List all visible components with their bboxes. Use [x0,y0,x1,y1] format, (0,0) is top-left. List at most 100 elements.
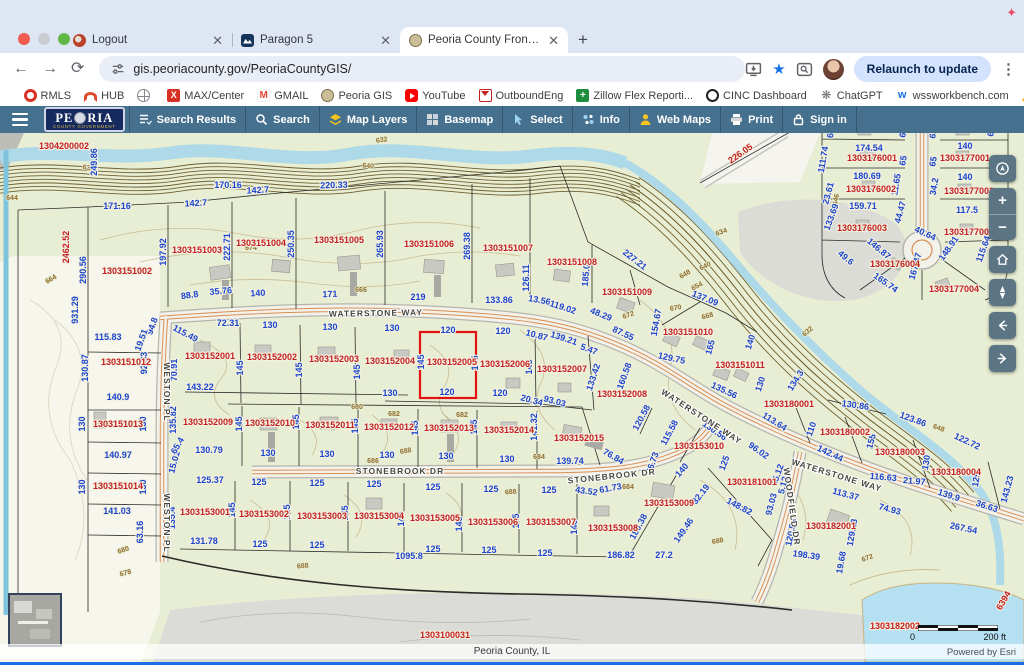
home-button[interactable] [989,246,1016,273]
map-parcel-label: 1303151006 [404,239,454,249]
peoria-county-logo: PERIA COUNTY GOVERNMENT [44,107,125,132]
scale-min: 0 [910,632,915,642]
map-dimension-label: 130 [499,454,514,464]
cinc-icon [706,89,719,102]
youtube-icon [405,89,418,102]
bookmark-youtube[interactable]: YouTube [405,89,465,102]
kebab-menu-icon[interactable]: ⋮ [1001,60,1016,78]
hamburger-menu-icon[interactable] [0,106,40,133]
map-dimension-label: 125 [537,548,552,558]
map-dimension-label: 141.03 [103,506,131,516]
reload-icon[interactable]: ⟳ [71,61,84,77]
map-dimension-label: 125 [481,545,496,555]
map-street-label: WATERSTONE WAY [329,307,423,319]
previous-extent-button[interactable] [989,312,1016,339]
window-controls [18,33,70,45]
map-parcel-label: 1303153010 [674,441,724,451]
close-tab-icon[interactable]: ✕ [380,34,391,47]
logo-seal-icon [74,112,86,124]
globe-icon [137,89,150,102]
bookmark-chatgpt[interactable]: ❋ChatGPT [820,89,883,102]
gis-map-canvas[interactable]: 6306326406446646346406486546706686726326… [0,133,1024,662]
web-maps-button[interactable]: Web Maps [629,106,720,133]
site-settings-icon[interactable] [111,62,125,76]
map-attribution: Peoria County, IL [0,644,1024,659]
tab-peoria-county-front-desk[interactable]: Peoria County Front Desk ✕ [400,27,568,53]
map-dimension-label: 186.82 [607,550,635,560]
zoom-in-button[interactable]: + [989,188,1016,215]
map-parcel-label: 1303151003 [172,245,222,255]
map-dimension-label: 171.16 [103,201,131,211]
print-button[interactable]: Print [720,106,782,133]
map-parcel-label: 1303153007 [526,517,576,527]
bookmark-gmail[interactable]: MGMAIL [257,89,308,102]
map-dimension-label: 219 [410,292,425,302]
map-dimension-label: 133.86 [485,295,513,305]
bookmark-star-icon[interactable]: ★ [772,60,785,78]
map-dimension-label: 130 [379,450,394,460]
search-results-button[interactable]: Search Results [129,106,245,133]
overview-inset-map[interactable] [8,593,62,647]
map-parcel-label: 1303151008 [547,257,597,267]
back-icon[interactable]: ← [13,61,29,77]
map-parcel-label: 1303151009 [602,287,652,297]
close-tab-icon[interactable]: ✕ [548,34,559,47]
tab-paragon5[interactable]: Paragon 5 ✕ [232,27,400,53]
map-dimension-label: 140 [250,288,266,299]
map-dimension-label: 63.16 [135,521,145,544]
gis-toolbar: PERIA COUNTY GOVERNMENT Search Results S… [0,106,1024,133]
bookmark-zillow-flex[interactable]: +Zillow Flex Reporti... [576,89,693,102]
map-dimension-label: 130 [382,388,397,398]
url-text[interactable]: gis.peoriacounty.gov/PeoriaCountyGIS/ [133,62,351,76]
bookmark-outboundeng[interactable]: OutboundEng [479,89,564,102]
new-tab-button[interactable]: + [568,27,598,53]
map-parcel-label: 1303177004 [929,284,979,294]
map-parcel-label: 1303151007 [483,243,533,253]
compass-icon [995,285,1010,300]
forward-icon[interactable]: → [42,61,58,77]
next-extent-button[interactable] [989,345,1016,372]
bookmark-hub[interactable]: HUB [84,90,124,102]
powered-by-esri: Powered by Esri [947,647,1016,658]
map-contour-label: 684 [622,484,634,491]
bookmark-globe[interactable] [137,89,154,102]
relaunch-to-update-button[interactable]: Relaunch to update [854,56,991,82]
map-contour-label: 640 [362,163,374,171]
install-app-icon[interactable] [745,61,762,78]
compass-button[interactable] [989,279,1016,306]
map-parcel-label: 1303153005 [410,513,460,523]
map-parcel-label: 1303177002 [944,186,994,196]
zoom-out-button[interactable]: − [989,215,1016,241]
window-close-button[interactable] [18,33,30,45]
basemap-button[interactable]: Basemap [416,106,502,133]
map-dimension-label: 125 [309,478,324,488]
select-button[interactable]: Select [502,106,571,133]
info-button[interactable]: Info [572,106,629,133]
window-minimize-button[interactable] [38,33,50,45]
scale-bar: 0 200 ft [910,625,1006,642]
bookmark-rmls[interactable]: RMLS [24,89,72,102]
locate-button[interactable] [989,155,1016,182]
bookmark-wssworkbench[interactable]: wwssworkbench.com [896,89,1009,102]
tab-logout[interactable]: Logout ✕ [64,27,232,53]
max-center-icon: X [167,89,180,102]
map-parcel-label: 1303177003 [944,227,994,237]
profile-avatar[interactable] [823,59,844,80]
close-tab-icon[interactable]: ✕ [212,34,223,47]
bookmark-cinc-dashboard[interactable]: CINC Dashboard [706,89,807,102]
search-button[interactable]: Search [245,106,319,133]
map-dimension-label: 131.78 [190,536,218,546]
map-parcel-label: 1303180002 [820,427,870,437]
map-dimension-label: 65 [897,133,909,138]
bookmark-peoria-gis[interactable]: Peoria GIS [321,89,392,102]
map-parcel-label: 1304200002 [39,141,89,151]
map-layers-button[interactable]: Map Layers [319,106,417,133]
map-dimension-label: 145 [235,360,245,375]
map-parcel-label: 1303153004 [354,511,404,521]
sign-in-button[interactable]: Sign in [782,106,857,133]
map-dimension-label: 125 [483,484,498,494]
bookmark-max-center[interactable]: XMAX/Center [167,89,244,102]
url-bar[interactable]: gis.peoriacounty.gov/PeoriaCountyGIS/ [99,56,745,82]
tab-search-icon[interactable] [796,61,813,78]
map-dimension-label: 21.97 [903,475,926,487]
